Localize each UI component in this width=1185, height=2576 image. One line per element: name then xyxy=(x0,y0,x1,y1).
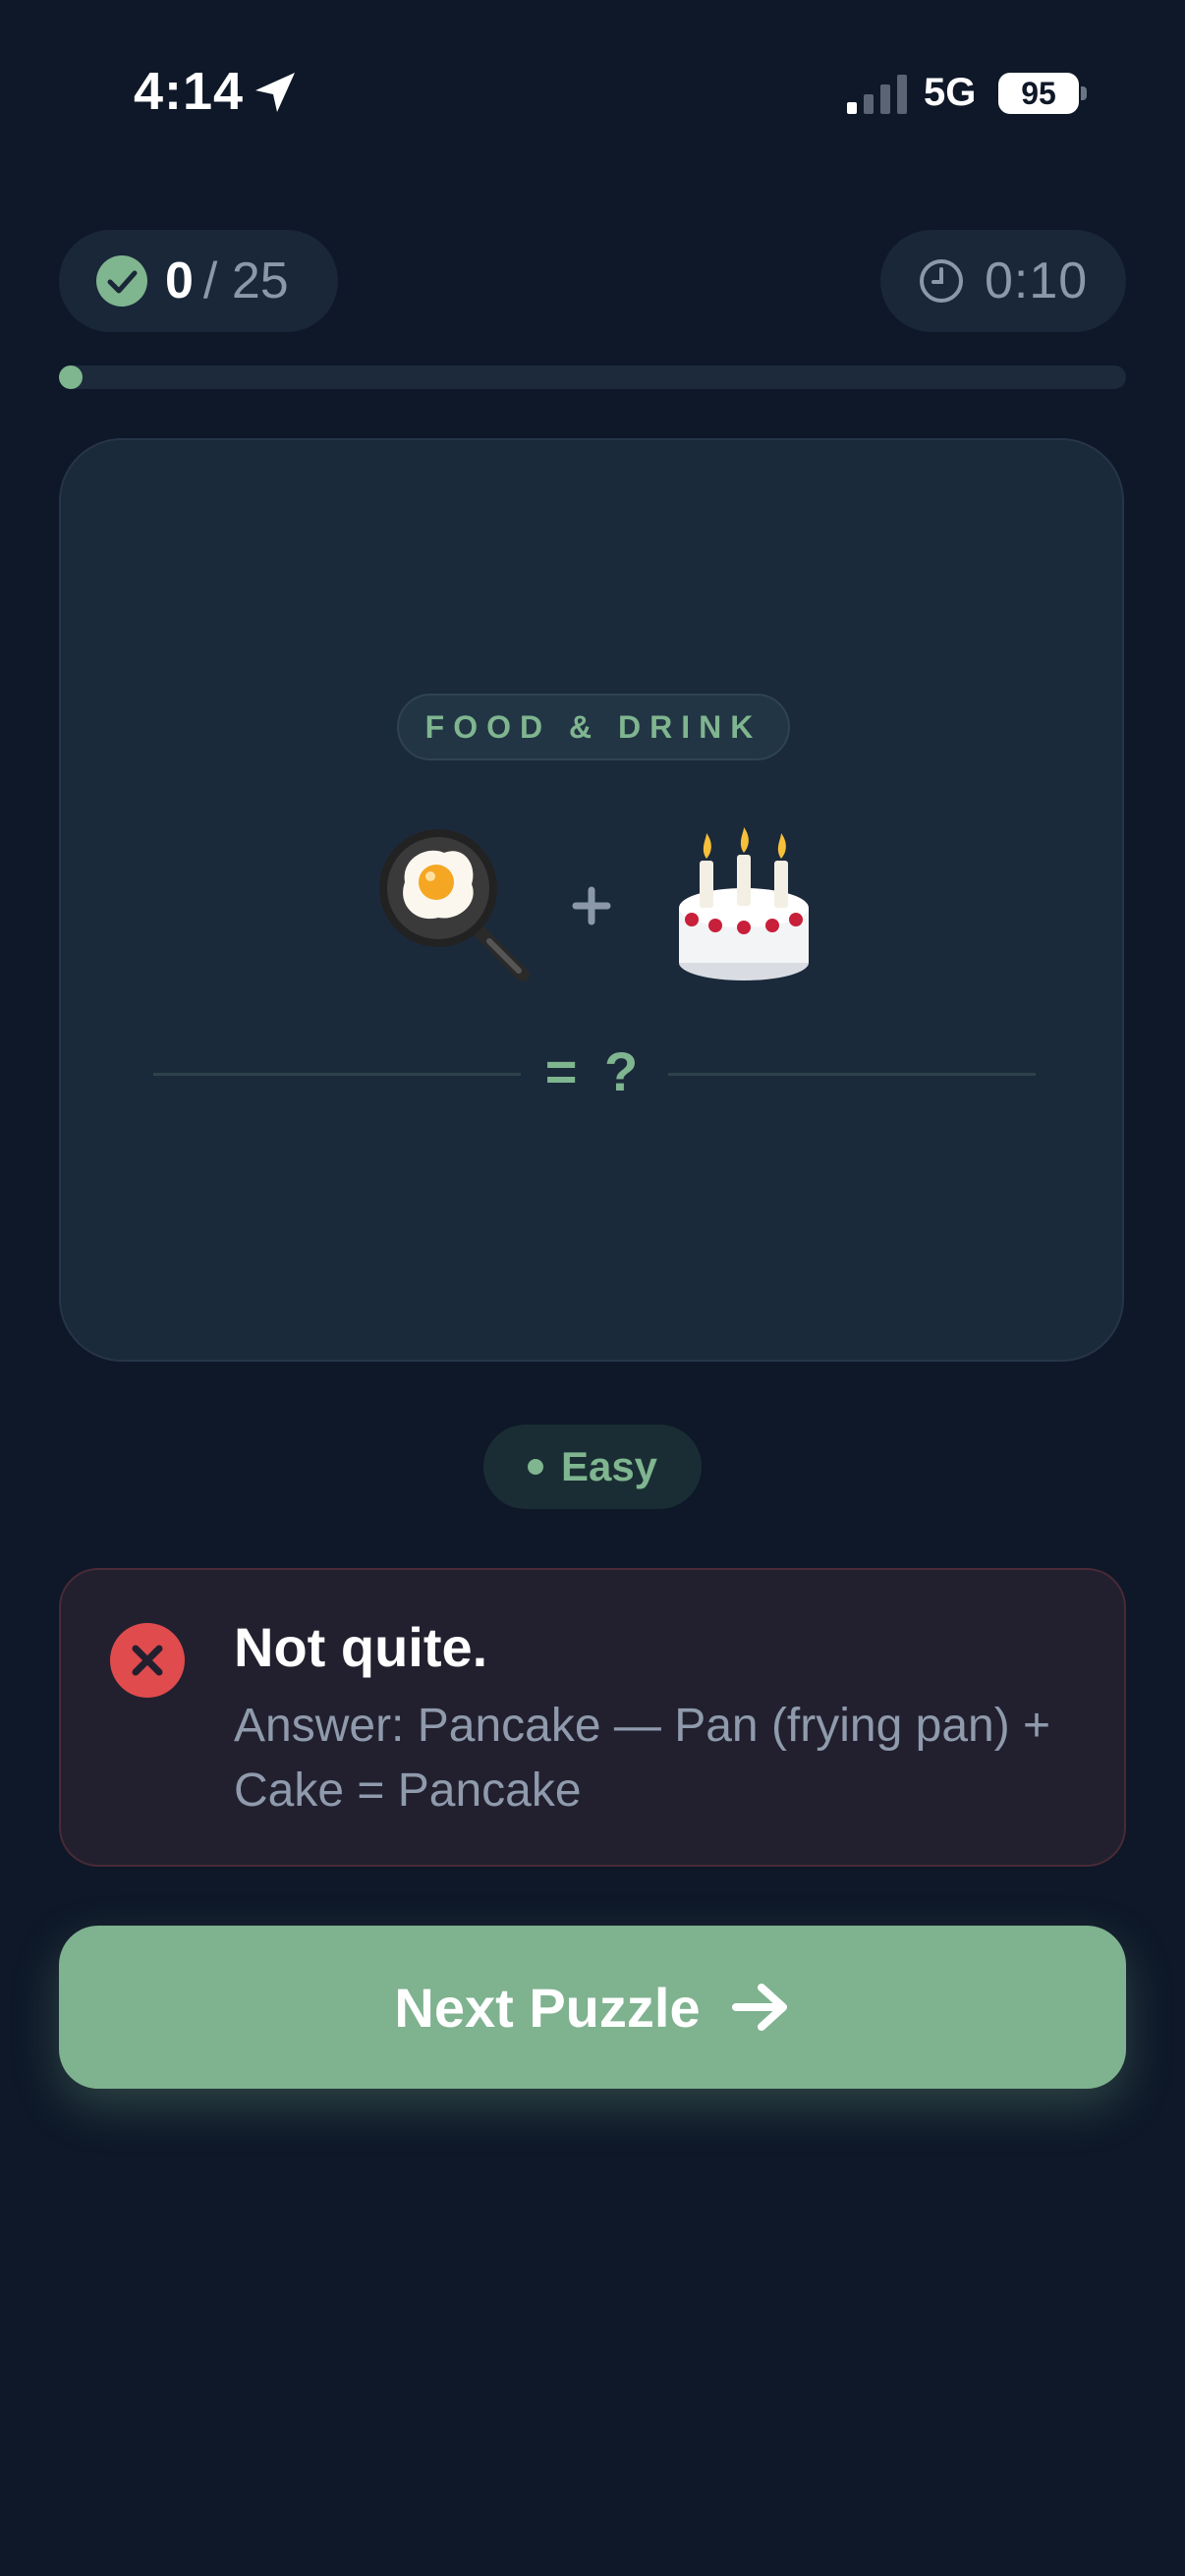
feedback-answer: Answer: Pancake — Pan (frying pan) + Cak… xyxy=(234,1700,1051,1817)
clock-icon xyxy=(920,259,963,303)
difficulty-badge: Easy xyxy=(483,1425,702,1509)
arrow-right-icon xyxy=(731,1984,787,2031)
timer-value: 0:10 xyxy=(985,252,1089,309)
timer-pill: 0:10 xyxy=(880,230,1126,332)
score-correct: 0 xyxy=(165,252,194,309)
battery-nub xyxy=(1081,86,1087,100)
difficulty-dot-icon xyxy=(527,1459,543,1475)
score-total: / 25 xyxy=(202,252,289,309)
location-arrow-icon xyxy=(255,73,295,112)
network-label: 5G xyxy=(924,71,977,114)
signal-icon xyxy=(847,75,907,114)
puzzle-card: FOOD & DRINK = ? xyxy=(59,438,1124,1362)
divider-left xyxy=(153,1073,521,1076)
plus-icon xyxy=(572,886,611,925)
difficulty-label: Easy xyxy=(560,1443,658,1489)
frying-pan-egg-icon xyxy=(379,829,530,981)
feedback-title: Not quite. xyxy=(234,1616,488,1678)
feedback-panel: Not quite. Answer: Pancake — Pan (frying… xyxy=(59,1568,1126,1867)
category-badge: FOOD & DRINK xyxy=(397,694,790,760)
progress-fill xyxy=(59,365,83,389)
battery-indicator: 95 xyxy=(998,73,1079,114)
score-pill: 0 / 25 xyxy=(59,230,338,332)
progress-bar xyxy=(59,365,1126,389)
status-bar: 4:14 5G 95 xyxy=(0,0,1185,196)
next-puzzle-button[interactable]: Next Puzzle xyxy=(59,1926,1126,2089)
result-placeholder: = ? xyxy=(544,1040,645,1102)
check-circle-icon xyxy=(96,255,147,307)
birthday-cake-icon xyxy=(679,827,809,980)
puzzle-screen: 4:14 5G 95 0 / 25 0:10 FOOD & DRINK = ? … xyxy=(0,0,1185,2576)
divider-right xyxy=(668,1073,1036,1076)
next-puzzle-label: Next Puzzle xyxy=(394,1976,701,2039)
status-time: 4:14 xyxy=(134,62,245,121)
x-circle-icon xyxy=(110,1623,185,1698)
